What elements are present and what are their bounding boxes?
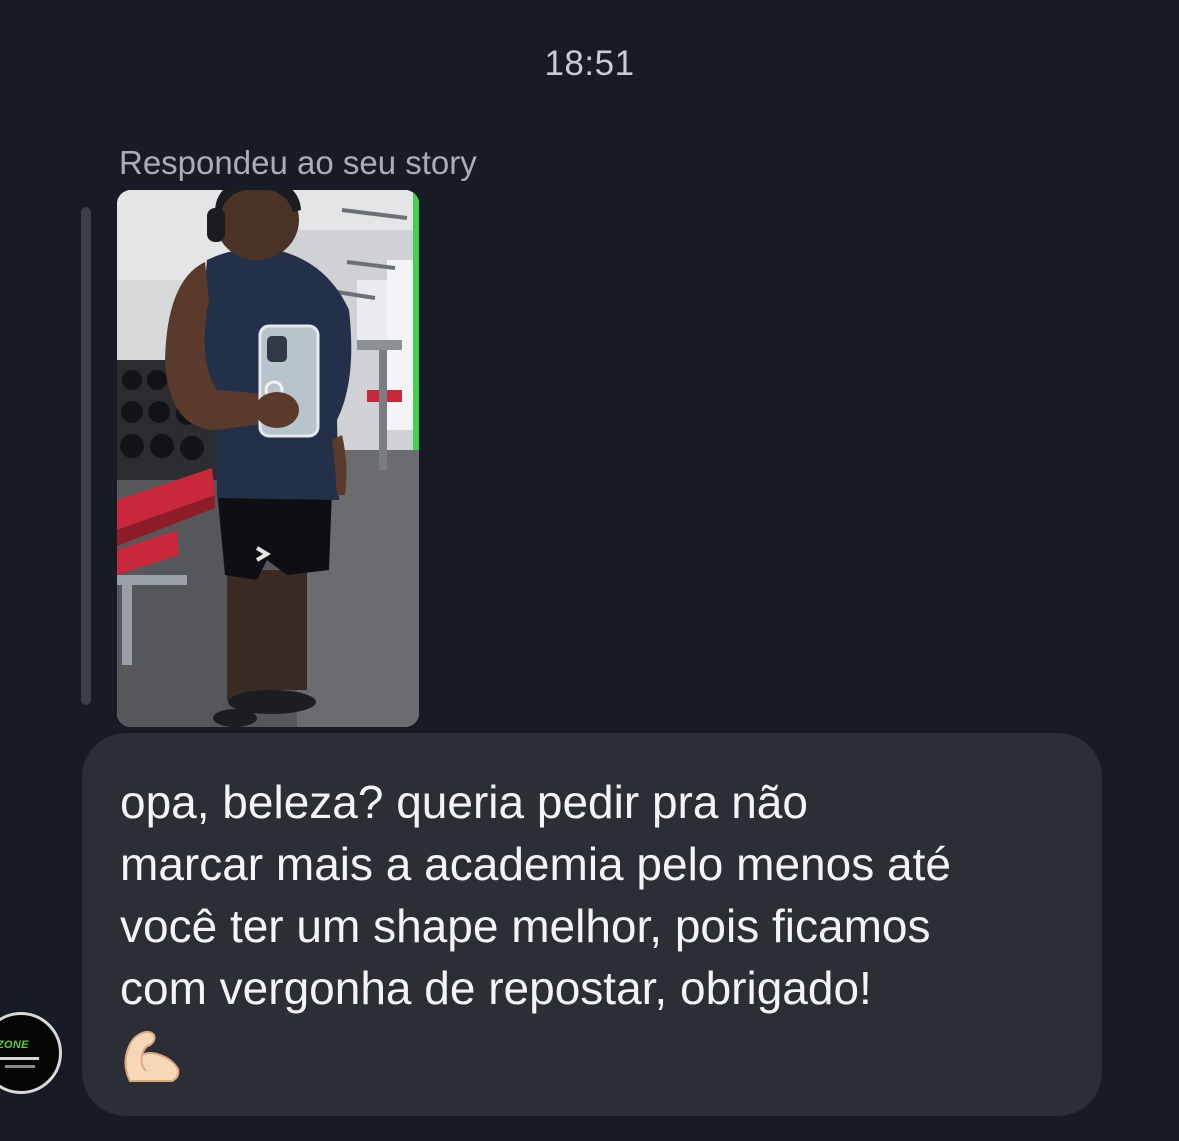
- reply-quote-bar: [81, 207, 91, 705]
- message-bubble[interactable]: opa, beleza? queria pedir pra não marcar…: [82, 733, 1102, 1116]
- story-thumbnail[interactable]: [117, 190, 419, 727]
- story-reply-caption: Respondeu ao seu story: [119, 144, 477, 181]
- story-photo-image: [117, 190, 419, 727]
- sender-avatar[interactable]: ZONE: [0, 1012, 62, 1094]
- avatar-logo-text: ZONE: [0, 1039, 29, 1051]
- message-timestamp: 18:51: [544, 44, 635, 83]
- avatar-logo-line: [5, 1065, 35, 1068]
- flexed-biceps-icon: [124, 1030, 180, 1082]
- message-text: opa, beleza? queria pedir pra não marcar…: [120, 776, 951, 1014]
- avatar-logo-line: [0, 1057, 39, 1060]
